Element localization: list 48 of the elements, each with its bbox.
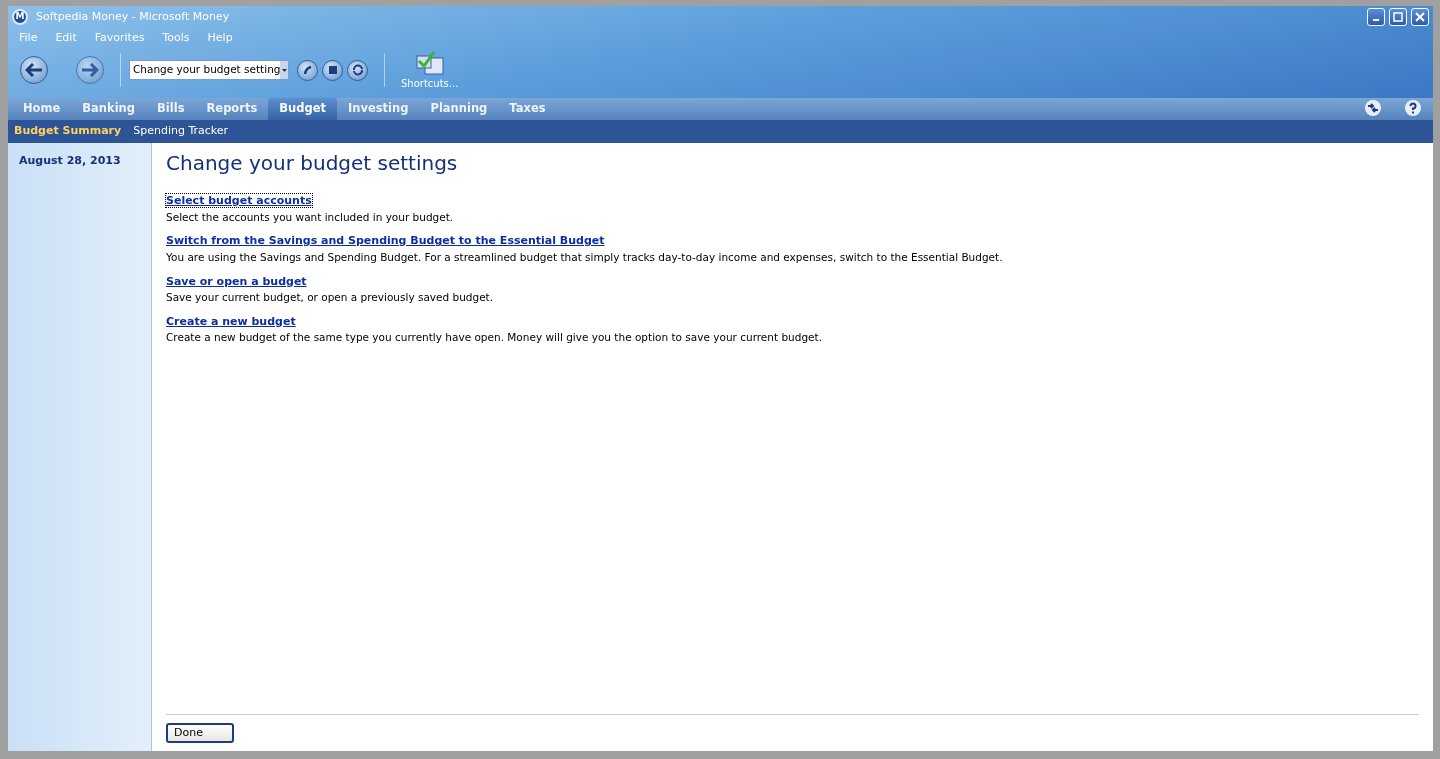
done-button[interactable]: Done (166, 723, 234, 743)
sub-tab[interactable]: Budget Summary (8, 123, 128, 140)
address-field[interactable]: Change your budget setting (129, 60, 289, 80)
page-heading: Change your budget settings (166, 151, 459, 175)
option-link[interactable]: Select budget accounts (166, 194, 312, 207)
arrows-icon[interactable] (1365, 100, 1381, 116)
option-description: Create a new budget of the same type you currently have open. Money will give you the option to save your current budget. (166, 330, 823, 346)
close-icon (1415, 12, 1425, 22)
menu-item[interactable]: File (10, 29, 47, 47)
menu-item[interactable]: Edit (46, 29, 86, 47)
sub-tab[interactable]: Spending Tracker (127, 123, 235, 140)
nav-tab[interactable]: Banking (71, 98, 147, 120)
dropdown-arrow-icon (281, 68, 287, 72)
stop-button[interactable] (322, 59, 343, 81)
nav-tab[interactable]: Reports (195, 98, 269, 120)
forward-arrow-icon (81, 63, 99, 77)
back-arrow-icon (25, 63, 43, 77)
menu-item[interactable]: Tools (153, 29, 199, 47)
back-button[interactable] (20, 56, 48, 84)
option-link[interactable]: Save or open a budget (166, 274, 307, 288)
option-link[interactable]: Switch from the Savings and Spending Budget to the Essential Budget (166, 234, 605, 248)
checkmark-window-icon (414, 49, 445, 76)
option-description: Save your current budget, or open a previously saved budget. (166, 290, 495, 305)
maximize-button[interactable] (1389, 8, 1407, 26)
app-logo-icon: M (12, 9, 28, 25)
option-description: You are using the Savings and Spending Budget. For a streamlined budget that simply tracks day-to-day income and expenses, switch to the Essential Budget. (166, 249, 1004, 265)
sidebar-date: August 28, 2013 (19, 153, 122, 169)
minimize-button[interactable] (1367, 8, 1385, 26)
option-link[interactable]: Create a new budget (166, 314, 296, 328)
nav-tab[interactable]: Taxes (498, 98, 557, 120)
help-icon[interactable] (1405, 100, 1421, 116)
refresh-button[interactable] (347, 59, 368, 81)
go-button[interactable] (297, 59, 318, 81)
nav-tab[interactable]: Home (12, 98, 72, 120)
maximize-icon (1393, 12, 1403, 22)
nav-tab[interactable]: Investing (337, 98, 420, 120)
stop-icon (328, 66, 337, 74)
forward-button[interactable] (76, 56, 104, 84)
refresh-icon (351, 64, 364, 76)
nav-tab[interactable]: Planning (419, 98, 499, 120)
window-title: Softpedia Money - Microsoft Money (36, 8, 230, 25)
nav-tab[interactable]: Budget (268, 98, 337, 120)
menu-item[interactable]: Help (198, 29, 242, 47)
nav-tab[interactable]: Bills (146, 98, 196, 120)
shortcuts-button[interactable]: Shortcuts... (401, 49, 459, 91)
close-button[interactable] (1411, 8, 1429, 26)
option-description: Select the accounts you want included in your budget. (166, 209, 455, 225)
menu-item[interactable]: Favorites (85, 29, 154, 47)
